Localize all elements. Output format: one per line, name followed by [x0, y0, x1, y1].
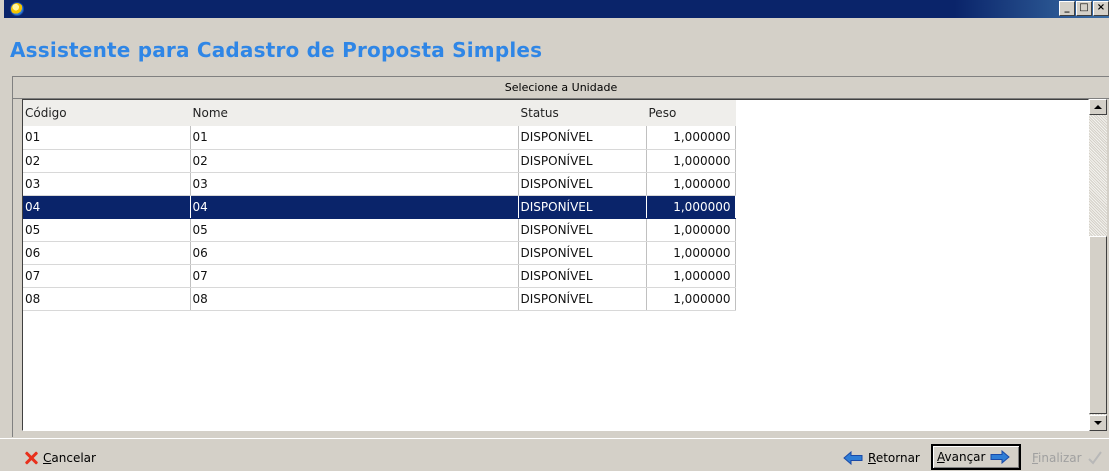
- retornar-label: Retornar: [868, 451, 920, 465]
- cell-nome: 04: [190, 195, 519, 219]
- window-titlebar: _ □ ×: [0, 0, 1109, 18]
- cell-codigo: 03: [23, 172, 191, 196]
- cell-peso: 1,000000: [646, 126, 736, 150]
- window-controls: _ □ ×: [1059, 1, 1109, 16]
- cell-peso: 1,000000: [646, 287, 736, 311]
- cell-status: DISPONÍVEL: [518, 287, 647, 311]
- cell-codigo: 05: [23, 218, 191, 242]
- wizard-footer: Cancelar Retornar Avançar Finalizar: [0, 438, 1109, 471]
- arrow-right-icon: [990, 450, 1011, 464]
- table-row[interactable]: 06 06 DISPONÍVEL 1,000000: [23, 241, 736, 265]
- cell-nome: 05: [190, 218, 519, 242]
- cell-nome: 08: [190, 287, 519, 311]
- avancar-button[interactable]: Avançar: [931, 444, 1021, 470]
- close-button[interactable]: ×: [1093, 1, 1109, 16]
- cell-status: DISPONÍVEL: [518, 172, 647, 196]
- cell-nome: 01: [190, 126, 519, 150]
- cell-codigo: 01: [23, 126, 191, 150]
- cancel-button[interactable]: Cancelar: [24, 447, 96, 469]
- avancar-label: Avançar: [937, 450, 986, 464]
- cell-nome: 07: [190, 264, 519, 288]
- table-row[interactable]: 02 02 DISPONÍVEL 1,000000: [23, 149, 736, 173]
- cell-status: DISPONÍVEL: [518, 149, 647, 173]
- cell-status: DISPONÍVEL: [518, 195, 647, 219]
- table-row[interactable]: 07 07 DISPONÍVEL 1,000000: [23, 264, 736, 288]
- cell-peso: 1,000000: [646, 218, 736, 242]
- cancel-label: Cancelar: [43, 451, 96, 465]
- retornar-button[interactable]: Retornar: [843, 447, 920, 469]
- cell-codigo: 08: [23, 287, 191, 311]
- table-row[interactable]: 03 03 DISPONÍVEL 1,000000: [23, 172, 736, 196]
- cell-codigo: 06: [23, 241, 191, 265]
- chevron-down-icon: [1094, 421, 1102, 425]
- cell-codigo: 02: [23, 149, 191, 173]
- finalizar-label: Finalizar: [1032, 451, 1082, 465]
- maximize-button[interactable]: □: [1076, 1, 1092, 16]
- scrollbar-thumb[interactable]: [1089, 236, 1107, 414]
- cell-status: DISPONÍVEL: [518, 264, 647, 288]
- x-icon: [24, 451, 38, 465]
- cell-peso: 1,000000: [646, 241, 736, 265]
- cell-status: DISPONÍVEL: [518, 241, 647, 265]
- table-row[interactable]: 05 05 DISPONÍVEL 1,000000: [23, 218, 736, 242]
- wizard-header: Assistente para Cadastro de Proposta Sim…: [0, 18, 1109, 71]
- column-header-status[interactable]: Status: [518, 100, 647, 126]
- units-grid[interactable]: Código Nome Status Peso 01 01 DISPONÍVEL…: [22, 99, 1089, 431]
- table-header-row: Código Nome Status Peso: [23, 100, 736, 126]
- scroll-up-button[interactable]: [1089, 99, 1107, 115]
- panel-caption: Selecione a Unidade: [13, 77, 1109, 99]
- finalizar-button[interactable]: Finalizar: [1032, 447, 1103, 469]
- check-icon: [1087, 450, 1103, 466]
- column-header-codigo[interactable]: Código: [23, 100, 191, 126]
- column-header-peso[interactable]: Peso: [646, 100, 736, 126]
- table-row[interactable]: 01 01 DISPONÍVEL 1,000000: [23, 126, 736, 150]
- cell-peso: 1,000000: [646, 172, 736, 196]
- app-icon[interactable]: [10, 2, 24, 16]
- cell-codigo: 07: [23, 264, 191, 288]
- cell-peso: 1,000000: [646, 264, 736, 288]
- cell-peso: 1,000000: [646, 149, 736, 173]
- cell-peso: 1,000000: [646, 195, 736, 219]
- chevron-up-icon: [1094, 105, 1102, 109]
- wizard-title: Assistente para Cadastro de Proposta Sim…: [10, 38, 543, 62]
- cell-nome: 02: [190, 149, 519, 173]
- column-header-nome[interactable]: Nome: [190, 100, 519, 126]
- table-row-selected[interactable]: 04 04 DISPONÍVEL 1,000000: [23, 195, 736, 219]
- scroll-down-button[interactable]: [1089, 415, 1107, 431]
- vertical-scrollbar[interactable]: [1089, 99, 1107, 431]
- units-table: Código Nome Status Peso 01 01 DISPONÍVEL…: [23, 100, 736, 311]
- arrow-left-icon: [843, 451, 863, 465]
- minimize-button[interactable]: _: [1059, 1, 1075, 16]
- cell-nome: 03: [190, 172, 519, 196]
- cell-nome: 06: [190, 241, 519, 265]
- cell-status: DISPONÍVEL: [518, 218, 647, 242]
- cell-codigo: 04: [23, 195, 191, 219]
- table-row[interactable]: 08 08 DISPONÍVEL 1,000000: [23, 287, 736, 311]
- cell-status: DISPONÍVEL: [518, 126, 647, 150]
